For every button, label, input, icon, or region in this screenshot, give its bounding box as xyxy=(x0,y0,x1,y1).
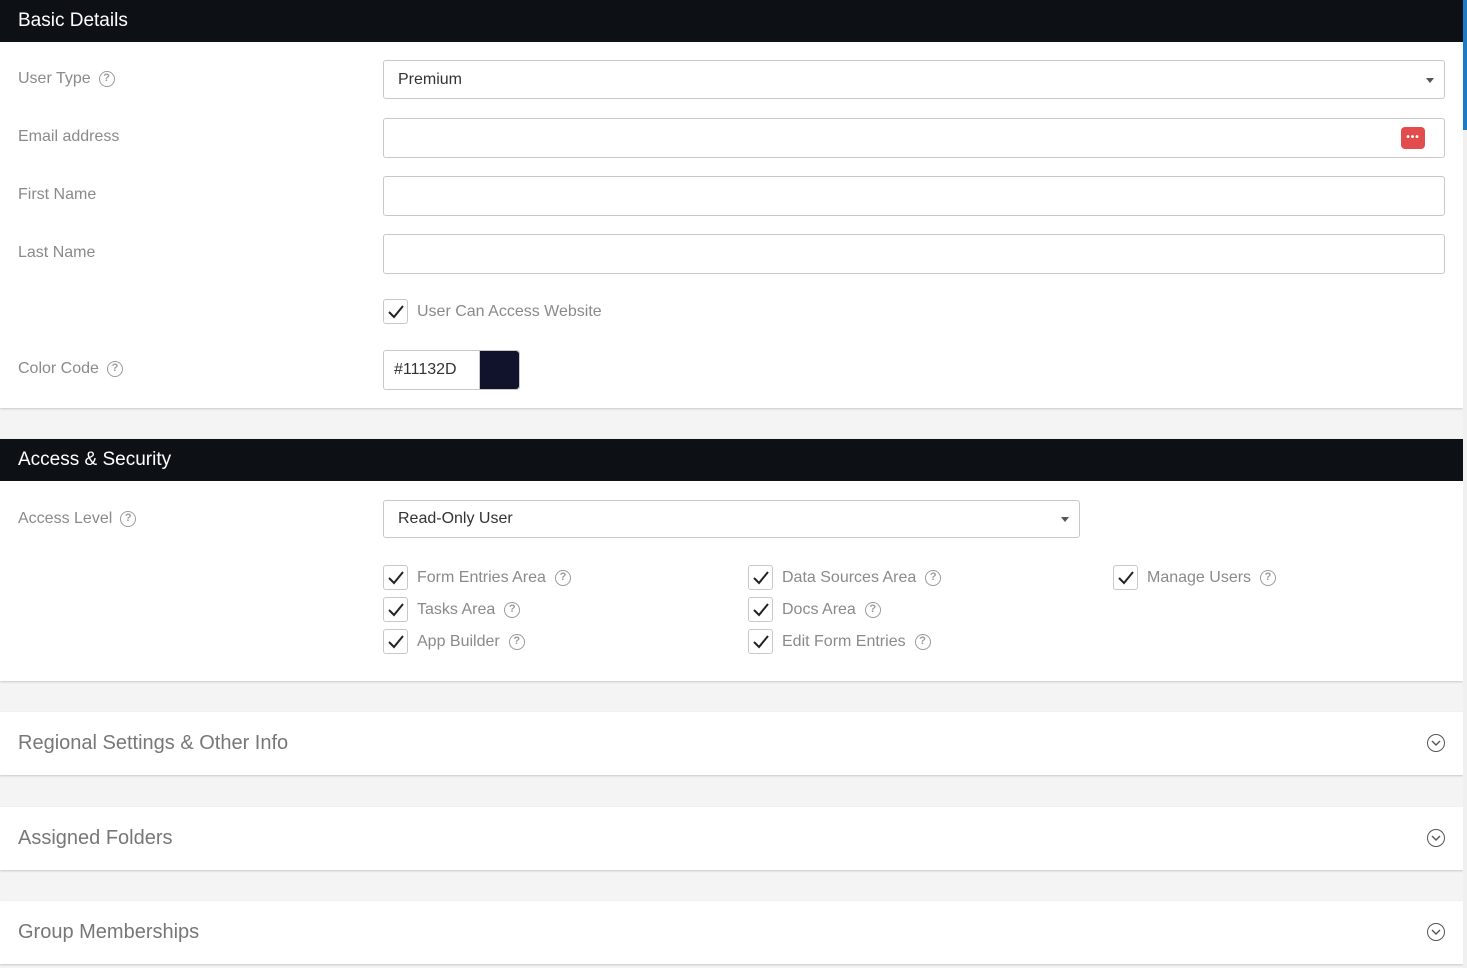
color-code-label: Color Code ? xyxy=(18,360,123,378)
perm-data-sources-area[interactable]: Data Sources Area ? xyxy=(748,565,942,590)
scrollbar[interactable] xyxy=(1463,0,1467,968)
perm-label: Edit Form Entries xyxy=(782,632,906,650)
perm-app-builder[interactable]: App Builder ? xyxy=(383,629,525,654)
user-type-label-text: User Type xyxy=(18,70,91,87)
email-label: Email address xyxy=(18,128,120,145)
help-icon[interactable]: ? xyxy=(120,511,137,527)
perm-docs-area[interactable]: Docs Area ? xyxy=(748,597,881,622)
user-type-label: User Type ? xyxy=(18,70,115,88)
checkbox-icon[interactable] xyxy=(1113,565,1138,590)
checkbox-icon[interactable] xyxy=(748,597,773,622)
access-level-label: Access Level ? xyxy=(18,510,137,528)
color-swatch[interactable] xyxy=(479,351,519,389)
website-access-label: User Can Access Website xyxy=(417,302,602,320)
checkbox-icon[interactable] xyxy=(383,299,408,324)
help-icon[interactable]: ? xyxy=(864,601,881,618)
scrollbar-thumb[interactable] xyxy=(1463,0,1467,130)
user-type-value: Premium xyxy=(398,70,463,88)
regional-settings-section[interactable]: Regional Settings & Other Info xyxy=(0,712,1463,775)
last-name-field[interactable] xyxy=(383,234,1445,274)
chevron-down-circle-icon[interactable] xyxy=(1427,923,1445,941)
access-security-header: Access & Security xyxy=(0,439,1463,481)
help-icon[interactable]: ? xyxy=(504,601,521,618)
perm-label: Tasks Area xyxy=(417,600,496,618)
access-level-label-text: Access Level xyxy=(18,510,113,527)
checkbox-icon[interactable] xyxy=(383,565,408,590)
perm-label: Docs Area xyxy=(782,600,856,618)
perm-tasks-area[interactable]: Tasks Area ? xyxy=(383,597,521,622)
basic-details-card: Basic Details User Type ? Premium Email … xyxy=(0,0,1463,408)
password-manager-icon[interactable]: ••• xyxy=(1401,127,1425,149)
perm-edit-form-entries[interactable]: Edit Form Entries ? xyxy=(748,629,931,654)
assigned-folders-section[interactable]: Assigned Folders xyxy=(0,807,1463,870)
chevron-down-icon xyxy=(1426,77,1434,83)
help-icon[interactable]: ? xyxy=(925,569,942,586)
access-security-card: Access & Security Access Level ? Read-On… xyxy=(0,439,1463,681)
color-code-input[interactable]: #11132D xyxy=(383,350,520,390)
checkbox-icon[interactable] xyxy=(383,597,408,622)
help-icon[interactable]: ? xyxy=(106,361,123,377)
perm-form-entries-area[interactable]: Form Entries Area ? xyxy=(383,565,571,590)
checkbox-icon[interactable] xyxy=(383,629,408,654)
chevron-down-circle-icon[interactable] xyxy=(1427,734,1445,752)
help-icon[interactable]: ? xyxy=(1260,569,1277,586)
checkbox-icon[interactable] xyxy=(748,565,773,590)
perm-manage-users[interactable]: Manage Users ? xyxy=(1113,565,1277,590)
help-icon[interactable]: ? xyxy=(508,633,525,650)
perm-label: Data Sources Area xyxy=(782,568,917,586)
email-field[interactable]: ••• xyxy=(383,118,1445,158)
group-memberships-title: Group Memberships xyxy=(18,921,200,943)
chevron-down-circle-icon[interactable] xyxy=(1427,829,1445,847)
assigned-folders-title: Assigned Folders xyxy=(18,827,173,849)
perm-label: Manage Users xyxy=(1147,568,1252,586)
help-icon[interactable]: ? xyxy=(914,633,931,650)
last-name-label: Last Name xyxy=(18,244,96,261)
first-name-label: First Name xyxy=(18,186,97,203)
perm-label: Form Entries Area xyxy=(417,568,546,586)
perm-label: App Builder xyxy=(417,632,500,650)
checkbox-icon[interactable] xyxy=(748,629,773,654)
basic-details-header: Basic Details xyxy=(0,0,1463,42)
access-level-select[interactable]: Read-Only User xyxy=(383,500,1080,538)
regional-settings-title: Regional Settings & Other Info xyxy=(18,732,289,754)
access-level-value: Read-Only User xyxy=(398,510,513,527)
help-icon[interactable]: ? xyxy=(554,569,571,586)
chevron-down-icon xyxy=(1061,517,1069,522)
group-memberships-section[interactable]: Group Memberships xyxy=(0,901,1463,964)
website-access-checkbox[interactable]: User Can Access Website xyxy=(383,299,602,324)
first-name-field[interactable] xyxy=(383,176,1445,216)
color-code-value[interactable]: #11132D xyxy=(384,351,479,389)
user-type-select[interactable]: Premium xyxy=(383,60,1445,99)
color-code-label-text: Color Code xyxy=(18,360,99,377)
help-icon[interactable]: ? xyxy=(98,71,115,87)
